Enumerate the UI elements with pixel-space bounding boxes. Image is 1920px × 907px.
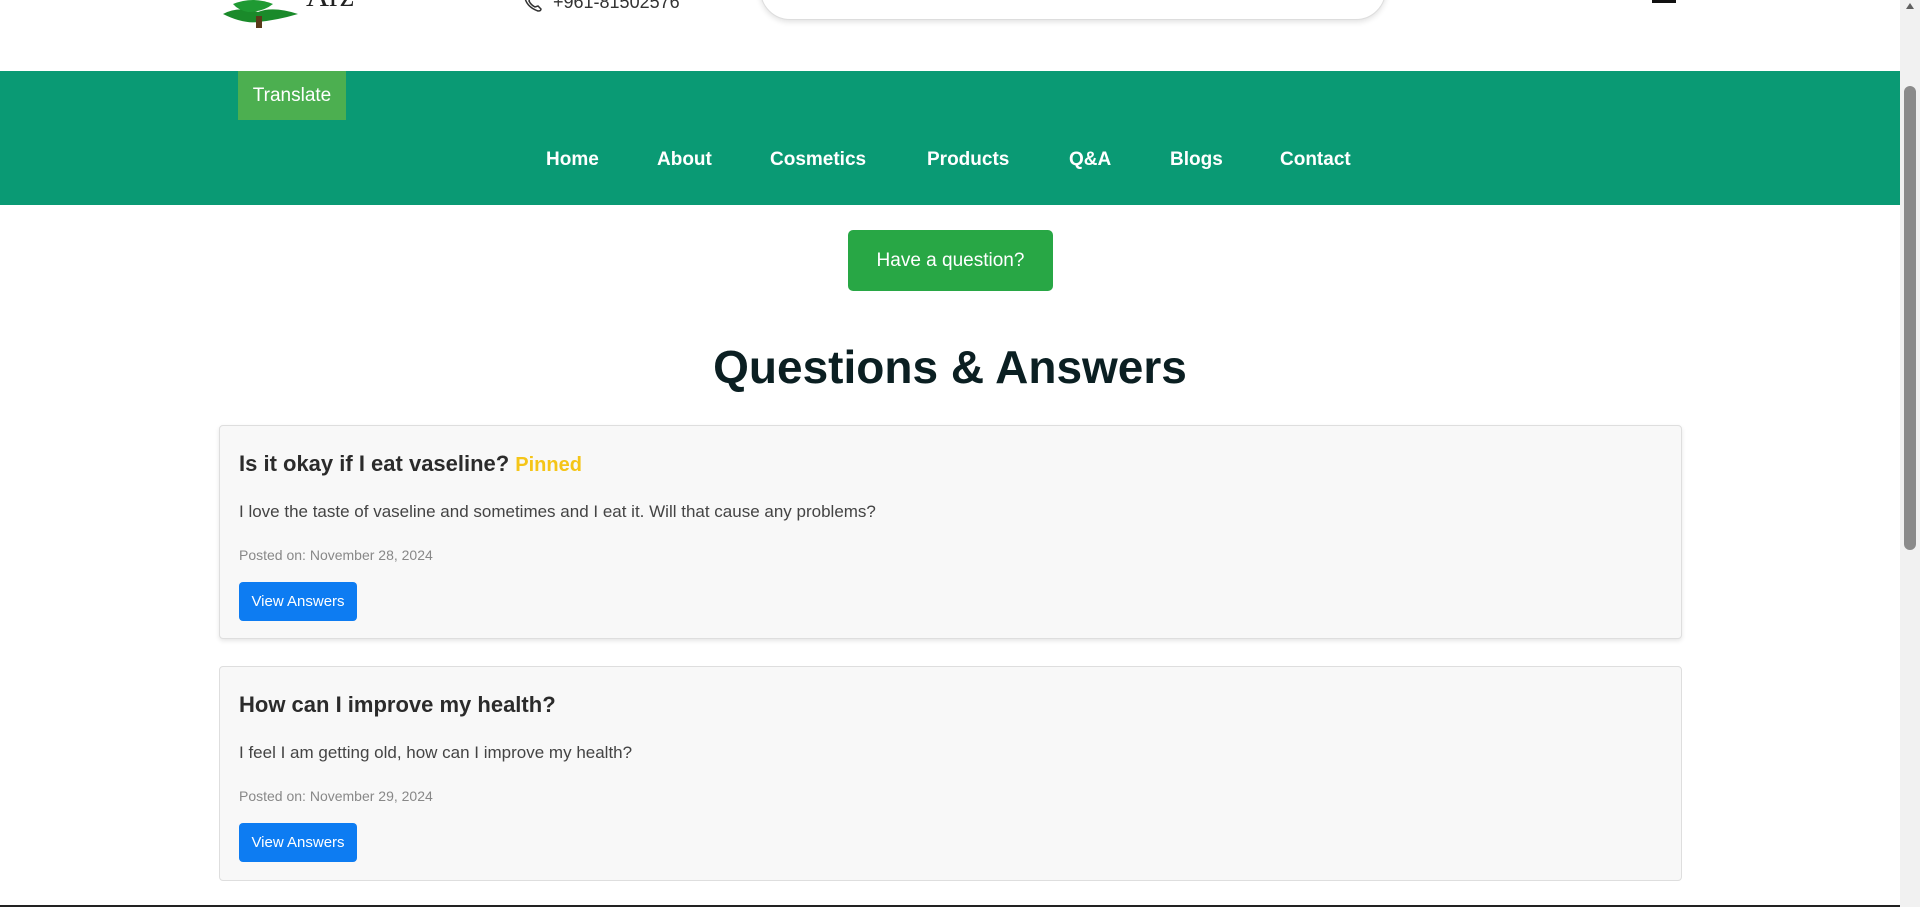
- nav-item-qa[interactable]: Q&A: [1069, 149, 1111, 171]
- page-scrollbar[interactable]: [1900, 0, 1920, 907]
- question-title: How can I improve my health?: [239, 692, 556, 717]
- question-body: I love the taste of vaseline and sometim…: [239, 502, 876, 521]
- nav-item-cosmetics[interactable]: Cosmetics: [770, 149, 866, 171]
- view-answers-button[interactable]: View Answers: [239, 582, 357, 621]
- cedar-tree-logo-icon: Arz: [223, 0, 354, 28]
- question-card: Is it okay if I eat vaseline? Pinned I lo…: [219, 425, 1682, 639]
- phone-number: +961-81502576: [553, 0, 680, 12]
- ask-question-button[interactable]: Have a question?: [848, 230, 1053, 291]
- nav-item-products[interactable]: Products: [927, 149, 1009, 171]
- question-date: Posted on: November 29, 2024: [239, 788, 433, 804]
- view-answers-button[interactable]: View Answers: [239, 823, 357, 862]
- search-input[interactable]: [760, 0, 1386, 20]
- question-card: How can I improve my health? I feel I am…: [219, 666, 1682, 881]
- question-title-wrap: How can I improve my health?: [239, 692, 556, 718]
- nav-item-contact[interactable]: Contact: [1280, 149, 1351, 171]
- scrollbar-thumb[interactable]: [1904, 86, 1916, 550]
- translate-button[interactable]: Translate: [238, 71, 346, 120]
- phone-contact[interactable]: +961-81502576: [523, 0, 680, 13]
- page: Arz +961-81502576 Translate Home About C…: [0, 0, 1920, 907]
- question-title: Is it okay if I eat vaseline?: [239, 451, 510, 476]
- nav-item-about[interactable]: About: [657, 149, 712, 171]
- question-body: I feel I am getting old, how can I impro…: [239, 743, 633, 762]
- page-title: Questions & Answers: [713, 341, 1187, 393]
- main-nav: Home About Cosmetics Products Q&A Blogs …: [0, 149, 1900, 177]
- site-logo[interactable]: Arz: [218, 0, 378, 34]
- nav-item-blogs[interactable]: Blogs: [1170, 149, 1223, 171]
- question-date: Posted on: November 28, 2024: [239, 547, 433, 563]
- hamburger-menu-icon[interactable]: [1652, 0, 1676, 4]
- logo-text: Arz: [306, 0, 354, 13]
- phone-icon: [524, 0, 542, 12]
- main-nav-bar: Translate Home About Cosmetics Products …: [0, 71, 1900, 205]
- scroll-up-arrow-icon[interactable]: [1905, 2, 1915, 10]
- nav-item-home[interactable]: Home: [546, 149, 599, 171]
- top-header: Arz +961-81502576: [0, 0, 1900, 71]
- question-title-wrap: Is it okay if I eat vaseline? Pinned: [239, 451, 582, 477]
- pinned-badge: Pinned: [515, 454, 582, 476]
